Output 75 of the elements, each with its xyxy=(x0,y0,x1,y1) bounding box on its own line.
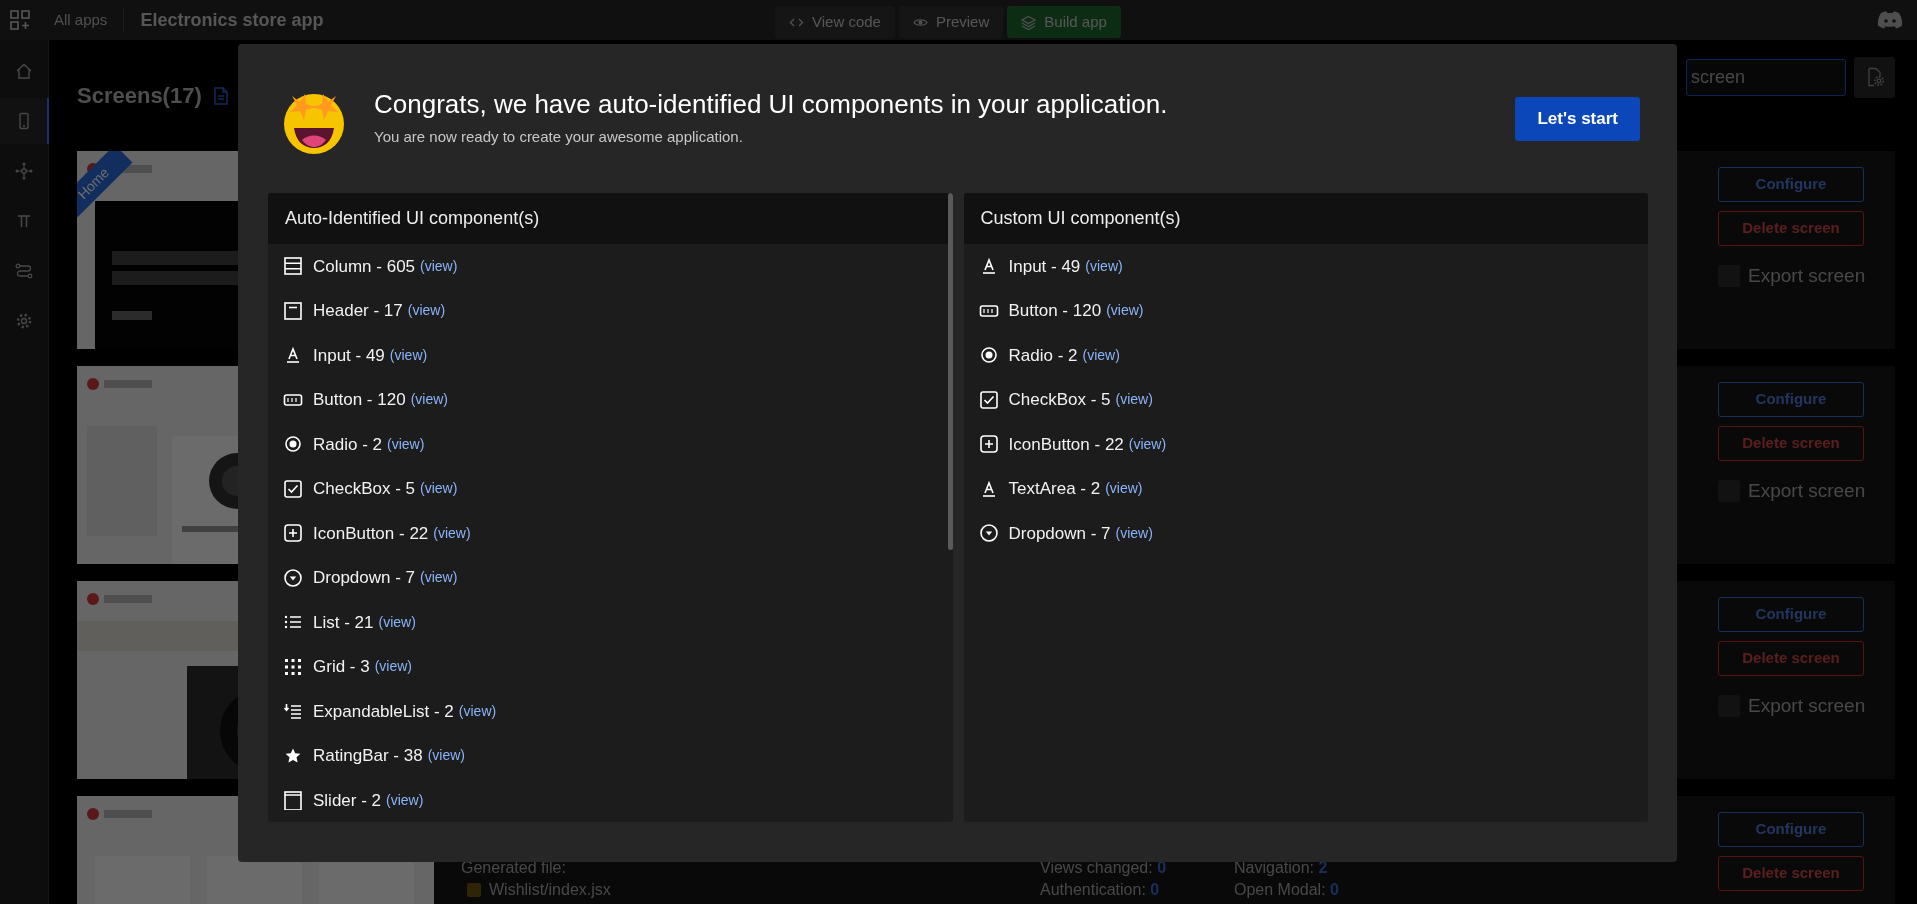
column-icon xyxy=(283,256,303,277)
view-link[interactable]: (view) xyxy=(378,611,416,633)
view-link[interactable]: (view) xyxy=(420,567,458,589)
stat-text: Authentication: 0 xyxy=(1040,881,1161,900)
panel-header: Custom UI component(s) xyxy=(963,193,1648,244)
component-label: RatingBar - 38 xyxy=(313,745,423,767)
component-label: Dropdown - 7 xyxy=(313,567,416,589)
checkbox-icon xyxy=(283,478,303,499)
component-label: Grid - 3 xyxy=(313,656,370,678)
dropdown-icon xyxy=(978,523,999,544)
app-title: Electronics store app xyxy=(140,8,324,32)
component-label: Input - 49 xyxy=(313,344,385,367)
view-link[interactable]: (view) xyxy=(1128,433,1167,455)
dropdown-icon xyxy=(283,567,303,588)
settings-button[interactable] xyxy=(1854,56,1895,98)
view-link[interactable]: (view) xyxy=(1115,522,1153,544)
view-link[interactable]: (view) xyxy=(1082,344,1120,366)
component-label: Radio - 2 xyxy=(313,433,382,456)
component-label: IconButton - 22 xyxy=(313,522,429,545)
js-file-icon xyxy=(467,883,481,898)
checkbox-label: Export screen xyxy=(1748,479,1866,504)
component-label: Radio - 2 xyxy=(1008,344,1078,367)
generated-file-label: Generated file: xyxy=(461,859,567,878)
radio-icon xyxy=(978,345,999,366)
view-link[interactable]: (view) xyxy=(420,478,458,500)
search-field[interactable]: screen xyxy=(1686,58,1846,96)
component-label: Input - 49 xyxy=(1008,255,1081,278)
component-label: Button - 120 xyxy=(313,389,406,411)
expandable-list-icon xyxy=(283,701,303,722)
plus-box-icon xyxy=(978,434,999,455)
section-title: Screens(17) xyxy=(77,82,202,111)
component-label: CheckBox - 5 xyxy=(313,478,416,500)
view-link[interactable]: (view) xyxy=(433,522,471,544)
view-link[interactable]: (view) xyxy=(420,255,458,277)
view-link[interactable]: (view) xyxy=(386,789,424,811)
header-icon xyxy=(283,300,303,321)
document-icon[interactable] xyxy=(213,86,228,105)
layers-icon xyxy=(1021,14,1037,30)
view-link[interactable]: (view) xyxy=(1106,300,1144,322)
grid-icon xyxy=(283,656,303,677)
discord-icon[interactable] xyxy=(1877,10,1903,30)
view-link[interactable]: (view) xyxy=(427,745,465,767)
view-link[interactable]: (view) xyxy=(389,344,428,366)
view-link[interactable]: (view) xyxy=(1105,478,1143,500)
component-label: Slider - 2 xyxy=(313,789,382,812)
component-label: List - 21 xyxy=(313,611,374,634)
view-link[interactable]: (view) xyxy=(374,656,413,678)
nodes-icon xyxy=(13,161,34,182)
view-link[interactable]: (view) xyxy=(407,300,446,322)
component-label: Header - 17 xyxy=(313,300,403,322)
component-label: Column - 605 xyxy=(313,255,416,278)
component-label: Button - 120 xyxy=(1008,300,1102,322)
modal-title: Congrats, we have auto-identified UI components in your application. xyxy=(374,88,1168,120)
component-label: TextArea - 2 xyxy=(1008,478,1101,500)
view-link[interactable]: (view) xyxy=(1115,389,1153,411)
slider-icon xyxy=(283,790,303,811)
component-label: CheckBox - 5 xyxy=(1008,389,1111,411)
view-link[interactable]: (view) xyxy=(458,700,497,722)
radio-icon xyxy=(283,434,303,455)
component-label: IconButton - 22 xyxy=(1008,433,1124,456)
component-label: ExpandableList - 2 xyxy=(313,700,454,723)
view-link[interactable]: (view) xyxy=(410,389,448,411)
view-link[interactable]: (view) xyxy=(387,433,425,455)
apps-icon[interactable] xyxy=(10,10,30,30)
modal-subtitle: You are now ready to create your awesome application. xyxy=(374,126,744,147)
view-link[interactable]: (view) xyxy=(1085,255,1123,277)
stat-text: Open Modal: 0 xyxy=(1234,881,1340,900)
checkbox-icon xyxy=(978,389,999,410)
start-button[interactable]: Let's start xyxy=(1515,96,1640,141)
plus-box-icon xyxy=(283,523,303,544)
sidebar-item[interactable] xyxy=(0,98,49,145)
scrollbar[interactable] xyxy=(947,193,953,550)
component-label: Dropdown - 7 xyxy=(1008,522,1111,545)
checkbox-label: Export screen xyxy=(1748,694,1866,719)
checkbox-label: Export screen xyxy=(1748,264,1866,289)
